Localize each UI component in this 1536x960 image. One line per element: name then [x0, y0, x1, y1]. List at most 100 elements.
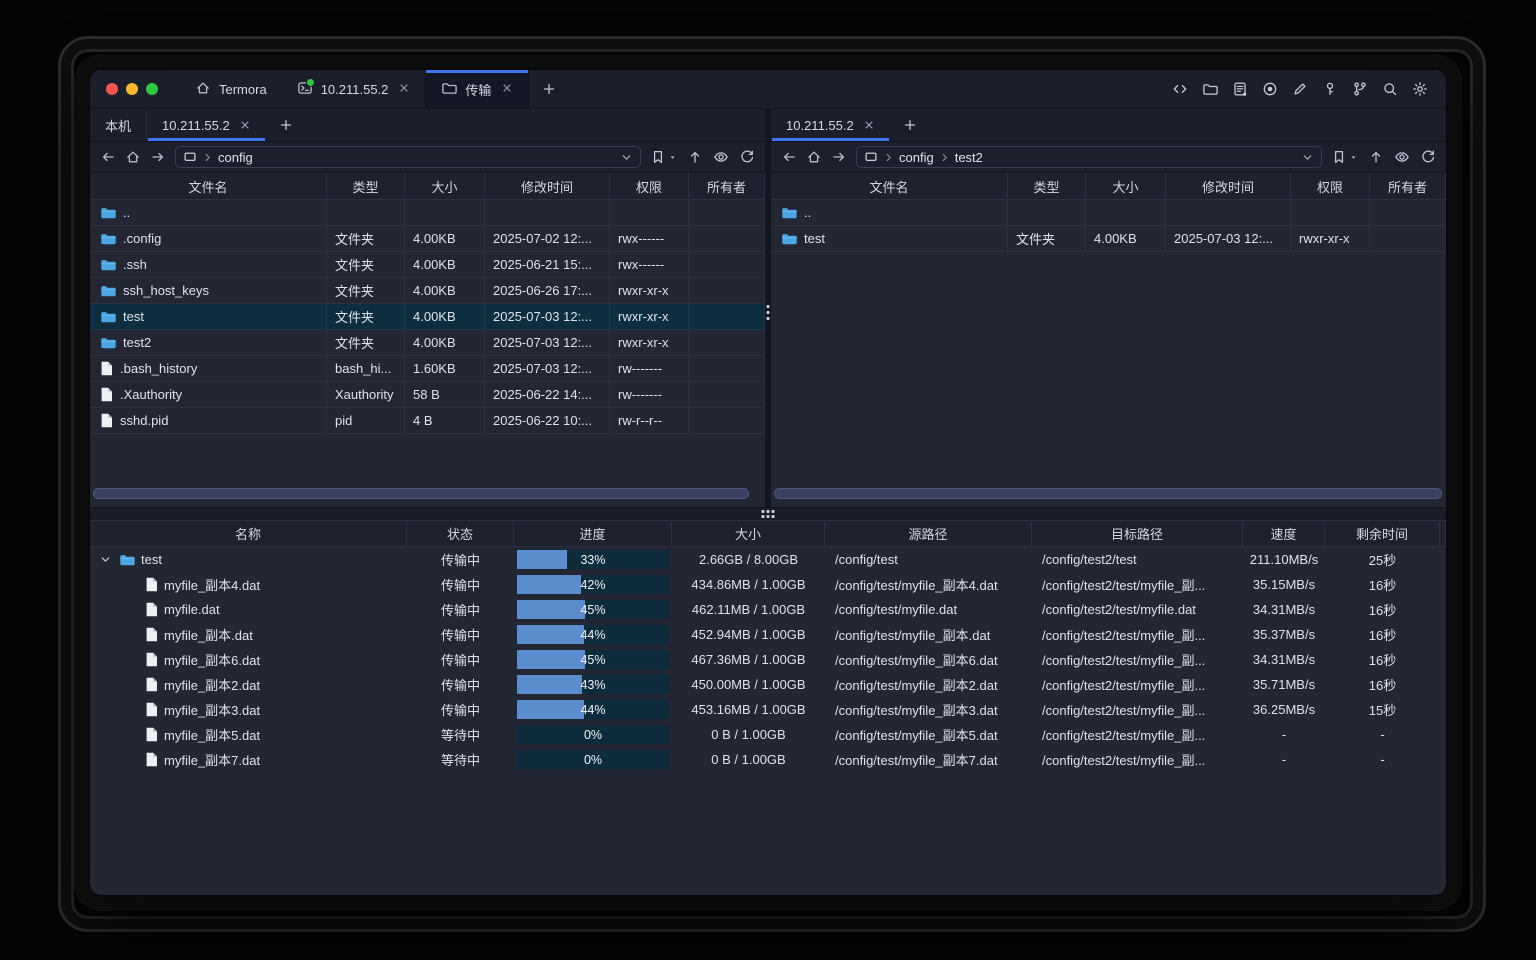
folder-icon[interactable] [1202, 81, 1218, 97]
column-header[interactable]: 修改时间 [1166, 173, 1291, 199]
column-header[interactable]: 剩余时间 [1325, 521, 1440, 546]
column-header[interactable]: 所有者 [689, 173, 765, 199]
transfer-row[interactable]: myfile_副本3.dat传输中44%453.16MB / 1.00GB/co… [90, 697, 1446, 722]
new-window-tab-button[interactable] [529, 70, 569, 108]
close-window-button[interactable] [106, 83, 118, 95]
transfer-row[interactable]: myfile_副本5.dat等待中0%0 B / 1.00GB/config/t… [90, 722, 1446, 747]
column-header[interactable]: 权限 [1291, 173, 1370, 199]
log-icon[interactable] [1232, 81, 1248, 97]
column-header[interactable]: 速度 [1243, 521, 1325, 546]
right-path-input[interactable]: config test2 [856, 146, 1322, 168]
show-hidden-files-button[interactable] [1394, 149, 1410, 165]
panel-splitter-handle[interactable] [767, 305, 770, 320]
file-row[interactable]: .. [771, 200, 1446, 226]
home-button[interactable] [806, 149, 822, 165]
breadcrumb-segment[interactable]: test2 [955, 150, 983, 165]
transfer-row[interactable]: test传输中33%2.66GB / 8.00GB/config/test/co… [90, 547, 1446, 572]
breadcrumb-segment[interactable]: config [899, 150, 934, 165]
close-icon[interactable] [501, 82, 513, 97]
horizontal-scrollbar[interactable] [774, 488, 1442, 499]
close-icon[interactable] [398, 82, 410, 97]
title-tab-2[interactable]: 10.211.55.2 [282, 70, 426, 108]
transfer-row[interactable]: myfile_副本6.dat传输中45%467.36MB / 1.00GB/co… [90, 647, 1446, 672]
transfer-splitter-handle[interactable] [762, 510, 775, 518]
cell-target-path: /config/test2/test/myfile_副... [1032, 672, 1243, 697]
right-panel-new-tab-button[interactable] [890, 109, 930, 141]
column-header[interactable]: 权限 [610, 173, 689, 199]
refresh-button[interactable] [739, 149, 755, 165]
breadcrumb-segment[interactable]: config [218, 150, 253, 165]
key-icon[interactable] [1322, 81, 1338, 97]
cell-status: 传输中 [407, 597, 514, 622]
left-panel-new-tab-button[interactable] [266, 109, 306, 141]
column-header[interactable]: 状态 [407, 521, 514, 546]
show-hidden-files-button[interactable] [713, 149, 729, 165]
column-header[interactable]: 文件名 [771, 173, 1008, 199]
column-header[interactable]: 进度 [514, 521, 672, 546]
column-header[interactable]: 修改时间 [485, 173, 610, 199]
chevron-down-icon[interactable] [620, 151, 633, 164]
search-icon[interactable] [1382, 81, 1398, 97]
column-header[interactable]: 目标路径 [1032, 521, 1243, 546]
bookmark-button[interactable] [650, 149, 677, 165]
file-row[interactable]: .config文件夹4.00KB2025-07-02 12:...rwx----… [90, 226, 765, 252]
transfer-row[interactable]: myfile.dat传输中45%462.11MB / 1.00GB/config… [90, 597, 1446, 622]
file-row[interactable]: test2文件夹4.00KB2025-07-03 12:...rwxr-xr-x [90, 330, 765, 356]
column-header[interactable]: 大小 [672, 521, 825, 546]
code-icon[interactable] [1172, 81, 1188, 97]
column-header[interactable]: 大小 [1086, 173, 1166, 199]
home-button[interactable] [125, 149, 141, 165]
zoom-window-button[interactable] [146, 83, 158, 95]
column-header[interactable]: 类型 [1008, 173, 1086, 199]
transfer-row[interactable]: myfile_副本.dat传输中44%452.94MB / 1.00GB/con… [90, 622, 1446, 647]
transfer-row[interactable]: myfile_副本2.dat传输中43%450.00MB / 1.00GB/co… [90, 672, 1446, 697]
column-header[interactable]: 类型 [327, 173, 405, 199]
forward-button[interactable] [831, 149, 847, 165]
edit-icon[interactable] [1292, 81, 1308, 97]
transfer-row[interactable]: myfile_副本4.dat传输中42%434.86MB / 1.00GB/co… [90, 572, 1446, 597]
file-fill-icon [145, 652, 158, 667]
file-row[interactable]: test文件夹4.00KB2025-07-03 12:...rwxr-xr-x [90, 304, 765, 330]
parent-directory-button[interactable] [1368, 149, 1384, 165]
cell-source-path: /config/test/myfile_副本6.dat [825, 647, 1032, 672]
file-row[interactable]: test文件夹4.00KB2025-07-03 12:...rwxr-xr-x [771, 226, 1446, 252]
bookmark-button[interactable] [1331, 149, 1358, 165]
left-path-input[interactable]: config [175, 146, 641, 168]
file-row[interactable]: ssh_host_keys文件夹4.00KB2025-06-26 17:...r… [90, 278, 765, 304]
file-row[interactable]: sshd.pidpid4 B2025-06-22 10:...rw-r--r-- [90, 408, 765, 434]
transfer-splitter[interactable] [90, 507, 1446, 521]
parent-directory-button[interactable] [687, 149, 703, 165]
column-header[interactable]: 名称 [90, 521, 407, 546]
settings-icon[interactable] [1412, 81, 1428, 97]
title-tab-1[interactable]: Termora [180, 70, 282, 108]
title-tab-3[interactable]: 传输 [425, 70, 529, 108]
right-panel-tab-1[interactable]: 10.211.55.2 [771, 109, 890, 141]
chevron-down-icon[interactable] [1301, 151, 1314, 164]
forward-button[interactable] [150, 149, 166, 165]
column-header[interactable]: 源路径 [825, 521, 1032, 546]
close-icon[interactable] [863, 119, 875, 131]
back-button[interactable] [781, 149, 797, 165]
column-header[interactable]: 所有者 [1370, 173, 1446, 199]
progress-bar: 44% [517, 700, 669, 719]
transfer-row[interactable]: myfile_副本7.dat等待中0%0 B / 1.00GB/config/t… [90, 747, 1446, 772]
minimize-window-button[interactable] [126, 83, 138, 95]
column-header[interactable]: 文件名 [90, 173, 327, 199]
refresh-button[interactable] [1420, 149, 1436, 165]
back-button[interactable] [100, 149, 116, 165]
branch-icon[interactable] [1352, 81, 1368, 97]
file-row[interactable]: .bash_historybash_hi...1.60KB2025-07-03 … [90, 356, 765, 382]
filename-label: .bash_history [120, 361, 197, 376]
expand-chevron-icon[interactable] [98, 553, 113, 566]
left-panel-tab-2[interactable]: 10.211.55.2 [147, 109, 266, 141]
folder-fill-icon [100, 231, 116, 246]
file-row[interactable]: .ssh文件夹4.00KB2025-06-21 15:...rwx------ [90, 252, 765, 278]
file-row[interactable]: .. [90, 200, 765, 226]
horizontal-scrollbar[interactable] [93, 488, 749, 499]
file-row[interactable]: .XauthorityXauthority58 B2025-06-22 14:.… [90, 382, 765, 408]
column-header[interactable]: 大小 [405, 173, 485, 199]
record-icon[interactable] [1262, 81, 1278, 97]
left-panel-tab-1[interactable]: 本机 [90, 109, 147, 141]
cell-type: 文件夹 [327, 226, 405, 251]
close-icon[interactable] [239, 119, 251, 131]
